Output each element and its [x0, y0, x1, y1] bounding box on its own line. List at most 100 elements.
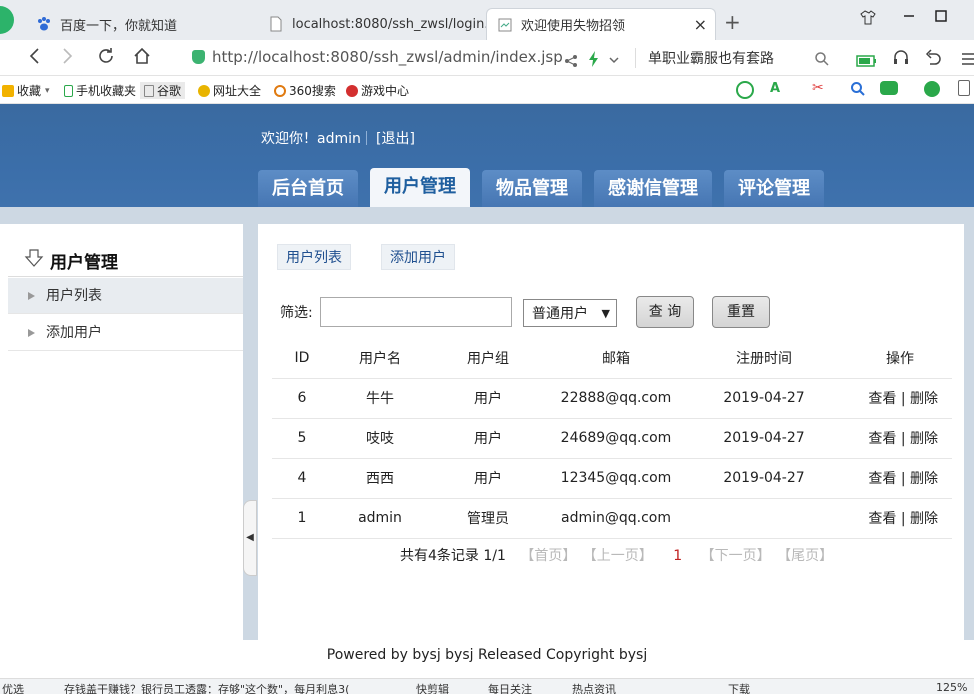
divider	[635, 48, 636, 68]
quick-edit-button[interactable]: 快剪辑	[416, 681, 449, 694]
admin-header: 欢迎你！admin [退出] 后台首页 用户管理 物品管理 感谢信管理 评论管理	[0, 104, 974, 207]
logout-link[interactable]: [退出]	[376, 128, 415, 148]
reset-button[interactable]: 重置	[712, 296, 770, 328]
minimize-icon[interactable]	[902, 9, 916, 27]
browser-tab-active[interactable]: 欢迎使用失物招领 ×	[486, 8, 716, 40]
bookmark-favorites[interactable]: 收藏 ▾	[2, 82, 50, 99]
delete-link[interactable]: 删除	[910, 431, 938, 447]
user-table: ID 用户名 用户组 邮箱 注册时间 操作 6 牛牛 用户 22888@qq.c…	[272, 338, 952, 539]
current-page: 1	[673, 548, 683, 564]
cell-date: 2019-04-27	[684, 458, 844, 499]
close-tab-icon[interactable]: ×	[694, 15, 707, 34]
maximize-icon[interactable]	[934, 9, 948, 27]
cell-email: 22888@qq.com	[548, 378, 684, 419]
last-page-link[interactable]: 【尾页】	[777, 548, 833, 564]
lightning-icon[interactable]	[588, 48, 600, 72]
view-link[interactable]: 查看	[868, 511, 896, 527]
nav-tab-items[interactable]: 物品管理	[482, 170, 582, 207]
cell-username: 吱吱	[332, 418, 428, 459]
bookmark-google[interactable]: 谷歌	[140, 82, 186, 99]
headphones-icon[interactable]	[892, 47, 910, 71]
hot-news-button[interactable]: 热点资讯	[572, 681, 616, 694]
daily-focus-button[interactable]: 每日关注	[488, 681, 532, 694]
bookmarks-bar: 收藏 ▾ 手机收藏夹 谷歌 网址大全 360搜索 游戏中心 A ✂	[0, 76, 974, 104]
new-tab-button[interactable]: +	[724, 10, 741, 34]
cell-username: 西西	[332, 458, 428, 499]
back-icon[interactable]	[26, 46, 44, 71]
query-button[interactable]: 查 询	[636, 296, 694, 328]
sidebar-title: 用户管理	[24, 248, 118, 273]
url-text[interactable]: http://localhost:8080/ssh_zwsl/admin/ind…	[212, 48, 563, 66]
bookmark-games[interactable]: 游戏中心	[346, 82, 409, 99]
welcome-text: 欢迎你！admin	[261, 131, 361, 147]
home-icon[interactable]	[132, 46, 152, 71]
shirt-icon[interactable]	[860, 9, 876, 29]
globe-icon	[198, 84, 210, 97]
delete-link[interactable]: 删除	[910, 471, 938, 487]
browser-tab-login[interactable]: localhost:8080/ssh_zwsl/login.	[258, 8, 489, 40]
first-page-link[interactable]: 【首页】	[520, 548, 576, 564]
browser-tab-label: 百度一下，你就知道	[60, 18, 178, 34]
nav-tab-users[interactable]: 用户管理	[370, 168, 470, 207]
view-link[interactable]: 查看	[868, 431, 896, 447]
browser-status-bar: 优选 存钱盖干赚钱？银行员工透露：存够"这个数"，每月利息3( 快剪辑 每日关注…	[0, 678, 974, 694]
search-icon[interactable]	[850, 81, 866, 101]
search-icon[interactable]	[814, 48, 830, 72]
browser-tab-baidu[interactable]: 百度一下，你就知道	[26, 8, 256, 40]
view-link[interactable]: 查看	[868, 471, 896, 487]
news-ticker[interactable]: 存钱盖干赚钱？银行员工透露：存够"这个数"，每月利息3(	[64, 681, 349, 694]
currency-icon[interactable]	[924, 81, 940, 97]
nav-tab-dashboard[interactable]: 后台首页	[258, 170, 358, 207]
bookmark-label: 谷歌	[157, 84, 182, 98]
column-header: ID	[272, 338, 332, 379]
prev-page-link[interactable]: 【上一页】	[583, 548, 653, 564]
pagination: 共有4条记录 1/1 【首页】 【上一页】 1 【下一页】 【尾页】	[400, 545, 833, 565]
bookmark-360[interactable]: 360搜索	[274, 82, 336, 99]
scissors-icon[interactable]: ✂	[812, 80, 824, 96]
table-row: 5 吱吱 用户 24689@qq.com 2019-04-27 查看 | 删除	[272, 418, 952, 459]
separator: |	[900, 471, 906, 487]
nav-tab-thanks-letters[interactable]: 感谢信管理	[594, 170, 712, 207]
menu-icon[interactable]	[962, 48, 974, 72]
cell-actions: 查看 | 删除	[844, 378, 952, 419]
search-suggestion[interactable]: 单职业霸服也有套路	[648, 48, 774, 68]
wechat-icon[interactable]	[736, 81, 754, 99]
view-link[interactable]: 查看	[868, 391, 896, 407]
chevron-down-icon: ▾	[45, 85, 50, 96]
cell-date: 2019-04-27	[684, 418, 844, 459]
undo-icon[interactable]	[924, 47, 942, 71]
table-row: 1 admin 管理员 admin@qq.com 查看 | 删除	[272, 498, 952, 539]
download-button[interactable]: 下载	[728, 681, 750, 694]
bookmark-mobile[interactable]: 手机收藏夹	[64, 82, 136, 99]
delete-link[interactable]: 删除	[910, 511, 938, 527]
bookmark-label: 网址大全	[213, 84, 262, 98]
battery-icon[interactable]	[856, 49, 878, 73]
forward-icon[interactable]	[58, 46, 76, 71]
filter-input[interactable]	[320, 297, 512, 327]
zoom-level[interactable]: 125%	[936, 681, 967, 694]
delete-link[interactable]: 删除	[910, 391, 938, 407]
sidebar-item-user-list[interactable]: 用户列表	[8, 278, 243, 314]
nav-tab-comments[interactable]: 评论管理	[724, 170, 824, 207]
user-group-select[interactable]: 普通用户 ▼	[523, 299, 617, 327]
sidebar-item-label: 添加用户	[46, 325, 102, 341]
translate-icon[interactable]: A	[770, 81, 780, 96]
gamepad-icon[interactable]	[880, 81, 898, 95]
reload-icon[interactable]	[96, 46, 116, 71]
share-icon[interactable]	[564, 49, 578, 73]
bookmark-label: 360搜索	[289, 84, 336, 98]
subtab-add-user[interactable]: 添加用户	[381, 244, 455, 270]
select-value: 普通用户	[532, 306, 588, 322]
collapse-sidebar-handle[interactable]: ◀	[243, 500, 257, 576]
subtab-user-list[interactable]: 用户列表	[277, 244, 351, 270]
cell-actions: 查看 | 删除	[844, 418, 952, 459]
next-page-link[interactable]: 【下一页】	[701, 548, 771, 564]
status-left[interactable]: 优选	[2, 681, 24, 694]
table-row: 6 牛牛 用户 22888@qq.com 2019-04-27 查看 | 删除	[272, 378, 952, 419]
more-icon[interactable]	[958, 80, 970, 96]
column-header: 邮箱	[548, 338, 684, 379]
sidebar-item-add-user[interactable]: 添加用户	[8, 315, 243, 351]
bookmark-directory[interactable]: 网址大全	[198, 82, 261, 99]
chevron-down-icon[interactable]	[608, 48, 620, 72]
bullet-arrow-icon	[28, 292, 35, 300]
